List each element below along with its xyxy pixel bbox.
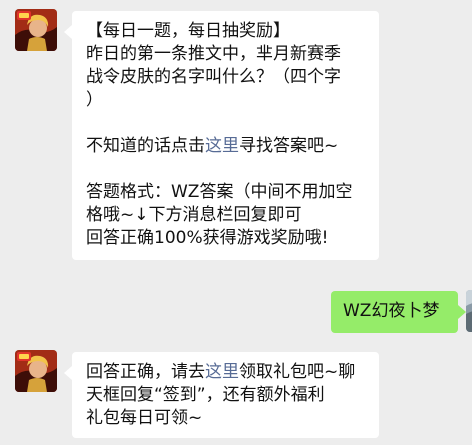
game-hero-avatar-icon[interactable] bbox=[15, 350, 57, 392]
message-text-line: 昨日的第一条推文中，芈月新赛季 bbox=[86, 44, 341, 64]
message-text-line: WZ幻夜卜梦 bbox=[343, 301, 440, 321]
message-bubble-question: 【每日一题，每日抽奖励】 昨日的第一条推文中，芈月新赛季 战令皮肤的名字叫什么？… bbox=[64, 11, 379, 260]
message-text-line: 格哦~↓下方消息栏回复即可 bbox=[86, 205, 302, 225]
message-text-line: 【每日一题，每日抽奖励】 bbox=[86, 21, 290, 41]
message-text-line: 战令皮肤的名字叫什么？（四个字 bbox=[86, 67, 341, 87]
reward-link[interactable]: 这里 bbox=[205, 362, 239, 382]
message-text-line: ） bbox=[86, 90, 103, 110]
game-hero-avatar-icon[interactable] bbox=[15, 9, 57, 51]
message-text: 回答正确，请去 bbox=[86, 362, 205, 382]
message-bubble-reward: 回答正确，请去这里领取礼包吧~聊 天框回复“签到”，还有额外福利 礼包每日可领~ bbox=[64, 352, 379, 438]
message-text: 寻找答案吧~ bbox=[239, 136, 339, 156]
message-text: 不知道的话点击 bbox=[86, 136, 205, 156]
message-text-line-with-link: 不知道的话点击这里寻找答案吧~ bbox=[86, 135, 365, 158]
message-text-line: 天框回复“签到”，还有额外福利 bbox=[86, 385, 325, 405]
message-text-line: 礼包每日可领~ bbox=[86, 408, 203, 428]
answer-link[interactable]: 这里 bbox=[205, 136, 239, 156]
message-text-line: 答题格式：WZ答案（中间不用加空 bbox=[86, 182, 353, 202]
chat-window: 【每日一题，每日抽奖励】 昨日的第一条推文中，芈月新赛季 战令皮肤的名字叫什么？… bbox=[0, 0, 472, 445]
message-bubble-user-answer: WZ幻夜卜梦 bbox=[331, 291, 466, 333]
message-text-line-with-link: 回答正确，请去这里领取礼包吧~聊 bbox=[86, 361, 365, 384]
message-text-line: 回答正确100%获得游戏奖励哦! bbox=[86, 228, 329, 248]
message-text: 领取礼包吧~聊 bbox=[239, 362, 356, 382]
user-photo-avatar-icon[interactable] bbox=[466, 290, 472, 332]
